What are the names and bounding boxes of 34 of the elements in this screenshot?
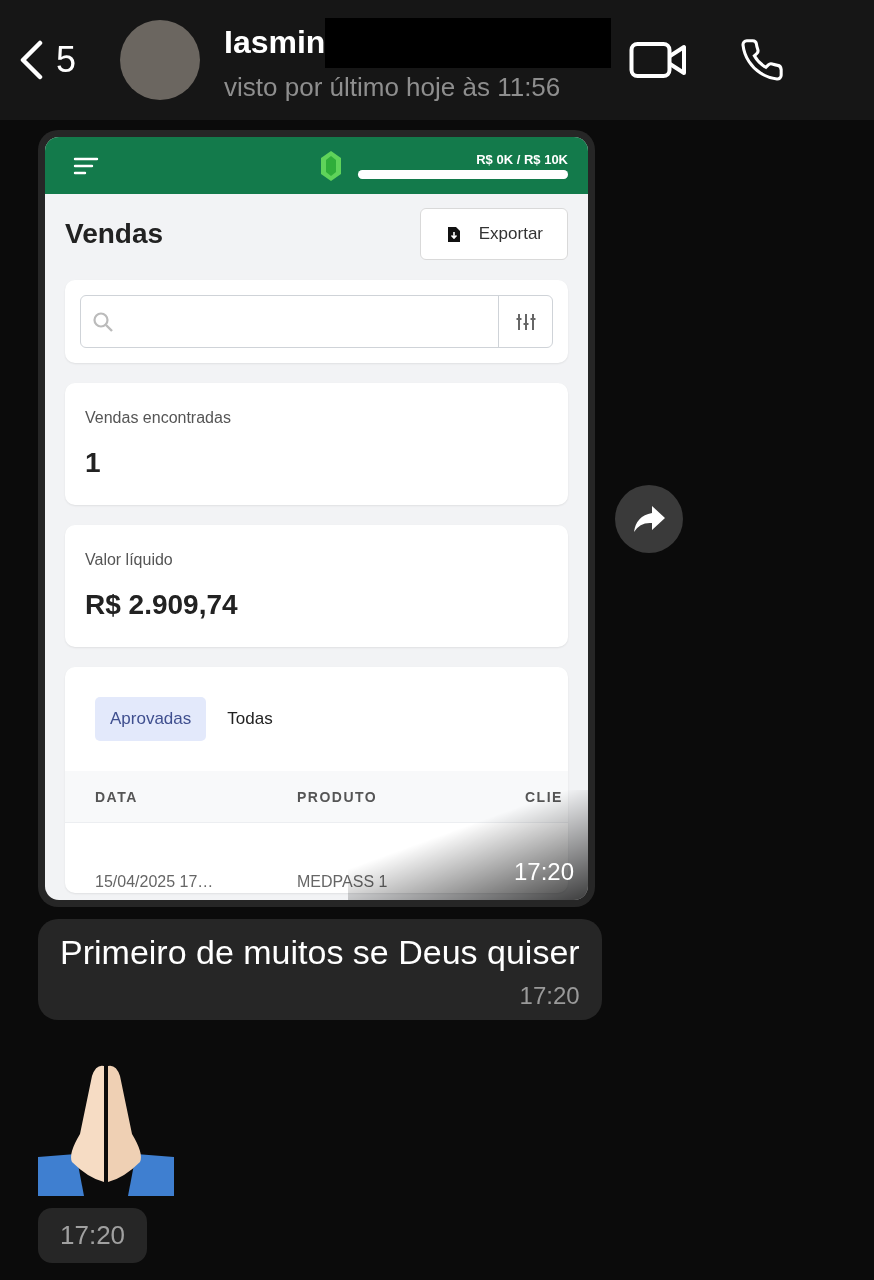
stat-value: 1: [85, 447, 102, 479]
chevron-left-icon: [18, 40, 44, 80]
message-time: 17:20: [60, 1220, 126, 1250]
page-title: Vendas: [65, 218, 164, 250]
filter-tab[interactable]: Aprovadas: [95, 697, 207, 741]
goal-text: R$ 0K / R$ 10K: [476, 152, 568, 167]
contact-name[interactable]: Iasmin: [224, 24, 326, 61]
sliders-icon: [514, 311, 537, 332]
image-message[interactable]: R$ 0K / R$ 10K Vendas Exportar Vendas encontradas 1 Valor líquido R$ 2.909,74 Aprovadas Todas DATA PRODUTO CLIE 15/04/2025 17… MEDPASS 1 17:20: [38, 130, 595, 907]
stat-label: Valor líquido: [85, 551, 174, 569]
message-text: Primeiro de muitos se Deus quiser: [60, 933, 580, 972]
search-field[interactable]: [80, 295, 553, 348]
column-header: CLIE: [525, 788, 564, 805]
download-file-icon: [446, 225, 461, 243]
message-time: 17:20: [519, 982, 580, 1010]
search-icon: [91, 309, 115, 334]
last-seen-status: visto por último hoje às 11:56: [224, 71, 562, 103]
back-button[interactable]: 5: [18, 39, 77, 81]
stat-value: R$ 2.909,74: [85, 589, 239, 621]
stat-label: Vendas encontradas: [85, 409, 232, 427]
table-cell-text: MEDPASS 1: [297, 873, 389, 891]
voice-call-button[interactable]: [739, 37, 786, 83]
phone-icon: [739, 37, 786, 83]
filter-tab[interactable]: Todas: [212, 697, 288, 741]
video-call-button[interactable]: [629, 40, 688, 80]
gem-icon: [320, 149, 342, 182]
table-cell-text: 15/04/2025 17…: [95, 873, 215, 891]
message-time: 17:20: [513, 858, 574, 886]
column-header: DATA: [95, 788, 139, 805]
export-button[interactable]: Exportar: [419, 208, 568, 260]
video-camera-icon: [629, 40, 688, 80]
column-header: PRODUTO: [297, 788, 379, 805]
share-arrow-icon: [632, 503, 666, 534]
menu-icon[interactable]: [73, 155, 99, 176]
